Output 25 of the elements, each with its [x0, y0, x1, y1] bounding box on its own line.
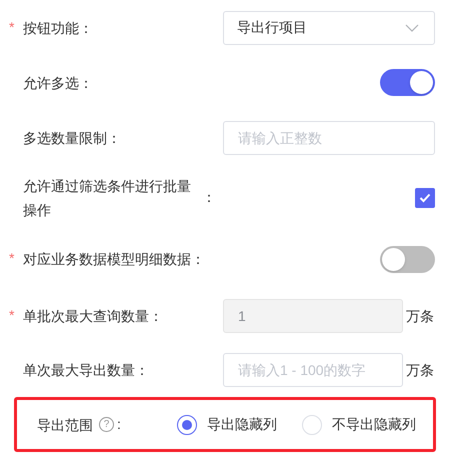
unit-label: 万条	[406, 306, 434, 326]
input-field[interactable]: 请输入正整数	[223, 121, 435, 155]
field-label: 导出范围	[37, 416, 93, 434]
unit-label: 万条	[406, 360, 434, 380]
field-label: 按钮功能：	[23, 18, 93, 38]
field-label: 多选数量限制：	[23, 129, 121, 148]
toggle-switch[interactable]	[380, 246, 435, 272]
check-icon	[419, 192, 431, 202]
required-mark: *	[9, 307, 14, 323]
radio-option[interactable]: 导出隐藏列	[177, 414, 277, 435]
field-label: 单次最大导出数量：	[23, 361, 149, 380]
required-mark: *	[9, 250, 14, 266]
chevron-down-icon	[405, 24, 419, 32]
field-label: 对应业务数据模型明细数据：	[23, 250, 205, 269]
checkbox[interactable]	[415, 188, 435, 208]
toggle-switch[interactable]	[380, 69, 435, 96]
input-field[interactable]: 请输入1 - 100的数字	[223, 353, 403, 387]
field-label: 允许多选：	[23, 74, 93, 92]
label-colon: :	[117, 415, 121, 434]
select-field[interactable]: 导出行项目	[223, 10, 435, 44]
field-label: 单批次最大查询数量：	[23, 307, 163, 326]
radio-option[interactable]: 不导出隐藏列	[302, 414, 416, 435]
required-mark: *	[9, 18, 14, 34]
field-label: 允许通过筛选条件进行批量操作	[23, 176, 192, 220]
label-colon: ：	[202, 188, 216, 207]
